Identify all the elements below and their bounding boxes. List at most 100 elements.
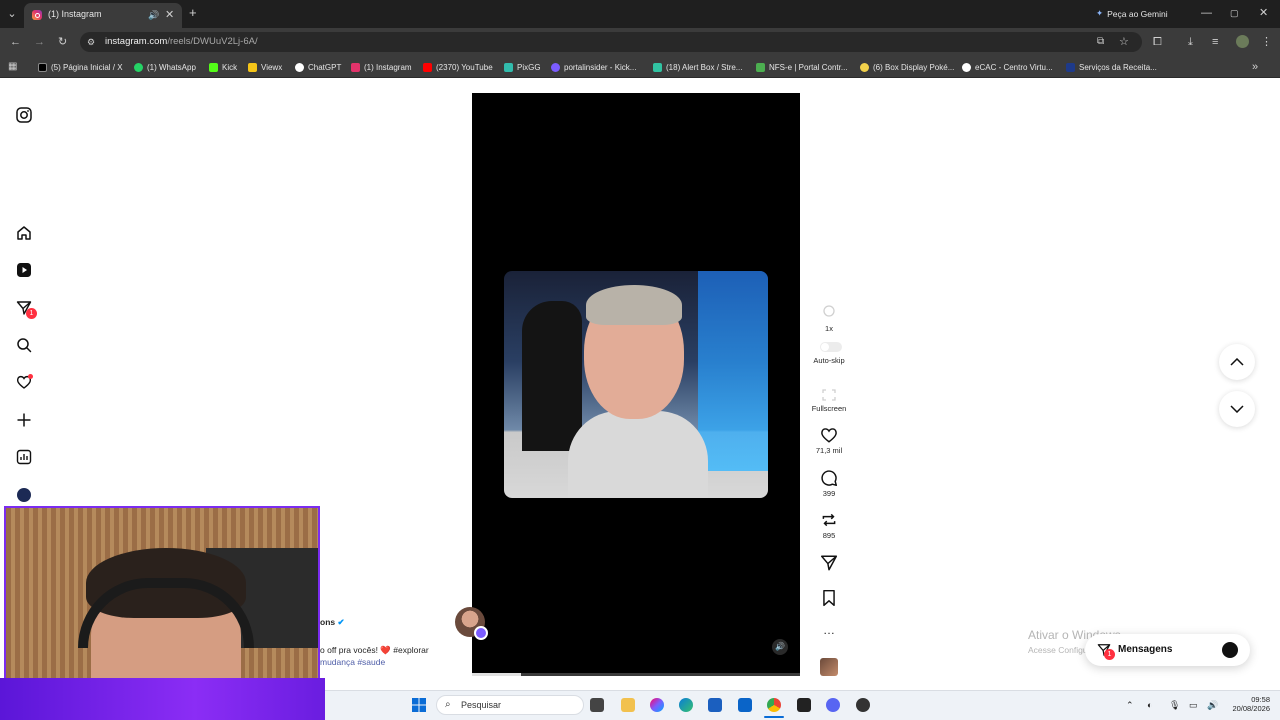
outlook-icon[interactable] <box>738 698 752 712</box>
share-icon <box>820 554 838 572</box>
bookmark-item[interactable]: (1) Instagram <box>351 61 412 73</box>
tab-close-icon[interactable]: ✕ <box>165 9 174 21</box>
maximize-icon[interactable]: ▢ <box>1230 7 1239 19</box>
network-icon[interactable]: ▭ <box>1189 700 1198 711</box>
tab-search-icon[interactable]: ⌄ <box>6 8 18 20</box>
direct-messages-icon[interactable]: 1 <box>14 298 37 319</box>
new-tab-icon[interactable]: + <box>189 6 197 19</box>
repost-button[interactable]: 895 <box>809 511 849 540</box>
taskbar-clock[interactable]: 09:58 20/08/2026 <box>1228 695 1270 713</box>
window-close-icon[interactable]: ✕ <box>1259 7 1268 19</box>
instagram-icon <box>351 62 360 72</box>
profile-avatar[interactable] <box>1236 35 1249 48</box>
bookmark-item[interactable]: (2370) YouTube <box>423 61 493 73</box>
windows-start-icon[interactable] <box>412 698 426 712</box>
bookmark-item[interactable]: Serviços da Receita... <box>1066 61 1157 73</box>
discord-icon[interactable] <box>826 698 840 712</box>
forward-icon[interactable]: → <box>34 36 45 48</box>
messages-label: Mensagens <box>1118 644 1173 655</box>
bookmark-item[interactable]: PixGG <box>504 61 541 73</box>
volume-tray-icon[interactable]: 🔊 <box>1207 700 1218 711</box>
dashboard-icon[interactable] <box>14 447 34 467</box>
tab-audio-icon[interactable]: 🔊 <box>148 9 159 21</box>
previous-reel-button[interactable] <box>1219 344 1255 380</box>
next-reel-button[interactable] <box>1219 391 1255 427</box>
reel-progress-track[interactable] <box>472 673 800 676</box>
install-app-icon[interactable]: ⧉ <box>1097 36 1104 48</box>
bookmark-item[interactable]: eCAC - Centro Virtu... <box>962 61 1053 73</box>
task-view-icon[interactable] <box>590 698 604 712</box>
bookmark-item[interactable]: (1) WhatsApp <box>134 61 196 73</box>
autoskip-toggle[interactable]: Auto-skip <box>809 342 849 365</box>
back-icon[interactable]: ← <box>10 36 21 48</box>
search-icon[interactable] <box>14 335 34 355</box>
chevron-down-icon <box>1230 405 1244 413</box>
bookmark-item[interactable]: (6) Box Display Poké... <box>860 61 954 73</box>
minimize-icon[interactable]: — <box>1201 7 1212 19</box>
taskbar-search[interactable]: ⌕ Pesquisar <box>436 695 584 715</box>
kick-icon <box>209 62 218 72</box>
notifications-heart-icon[interactable] <box>14 372 34 392</box>
profile-avatar[interactable] <box>17 488 31 502</box>
extensions-icon[interactable]: ⧠ <box>1153 36 1162 48</box>
tray-overflow-icon[interactable]: ⌃ <box>1126 700 1134 711</box>
site-info-icon[interactable]: ⚙ <box>87 36 95 48</box>
more-bookmarks-icon[interactable]: » <box>1252 61 1258 73</box>
save-button[interactable] <box>809 589 849 609</box>
reading-list-icon[interactable]: ≡ <box>1212 36 1218 48</box>
bookmark-item[interactable]: (18) Alert Box / Stre... <box>653 61 742 73</box>
search-icon: ⌕ <box>445 699 451 710</box>
volume-icon[interactable]: 🔊 <box>772 639 788 655</box>
copilot-icon[interactable] <box>650 698 664 712</box>
like-button[interactable]: 71,3 mil <box>809 426 849 455</box>
bookmark-item[interactable]: portalinsider - Kick... <box>551 61 636 73</box>
bookmarks-bar: ▦ (5) Página Inicial / X (1) WhatsApp Ki… <box>0 56 1280 78</box>
active-app-indicator <box>764 716 784 718</box>
browser-tab[interactable]: (1) Instagram 🔊 ✕ <box>24 3 182 28</box>
heart-icon <box>820 426 838 444</box>
fullscreen-button[interactable]: Fullscreen <box>809 388 849 413</box>
menu-icon[interactable]: ⋮ <box>1261 36 1272 48</box>
reel-caption-line2: mudança #saude <box>320 657 386 667</box>
edge-icon[interactable] <box>679 698 693 712</box>
chrome-icon[interactable] <box>767 698 781 712</box>
share-button[interactable] <box>809 554 849 574</box>
microphone-icon[interactable]: 🎙 <box>1169 700 1180 711</box>
streamer-webcam <box>4 506 320 682</box>
apps-grid-icon[interactable]: ▦ <box>8 61 17 73</box>
bookmark-item[interactable]: Kick <box>209 61 237 73</box>
audio-thumbnail[interactable] <box>820 658 838 676</box>
comment-button[interactable]: 399 <box>809 469 849 498</box>
comments-count: 399 <box>822 489 836 498</box>
speed-label: 1x <box>825 324 833 333</box>
downloads-icon[interactable]: ⤓ <box>1188 36 1193 48</box>
bookmark-item[interactable]: (5) Página Inicial / X <box>38 61 123 73</box>
address-bar[interactable]: ⚙ instagram.com/reels/DWUuV2Lj-6A/ <box>80 32 1142 52</box>
viewx-icon <box>248 62 257 72</box>
bookmark-item[interactable]: Viewx <box>248 61 282 73</box>
obs-icon[interactable] <box>856 698 870 712</box>
fullscreen-label: Fullscreen <box>811 404 847 413</box>
instagram-logo-icon[interactable] <box>14 105 34 125</box>
tray-app-icon[interactable]: ◐ <box>1147 700 1152 710</box>
playback-speed-button[interactable]: 1x <box>809 304 849 333</box>
file-explorer-icon[interactable] <box>621 698 635 712</box>
messages-button[interactable]: 1 Mensagens <box>1085 634 1250 666</box>
pixgg-icon <box>504 62 513 72</box>
more-options-icon[interactable]: … <box>809 624 849 636</box>
bookmark-star-icon[interactable]: ☆ <box>1119 36 1129 48</box>
bookmark-item[interactable]: ChatGPT <box>295 61 341 73</box>
author-name[interactable]: ons ✔ <box>320 617 345 628</box>
gemini-button[interactable]: ✦ Peça ao Gemini <box>1096 8 1168 19</box>
speed-icon <box>820 304 838 322</box>
toggle-icon <box>820 342 842 354</box>
create-plus-icon[interactable] <box>14 410 34 430</box>
home-icon[interactable] <box>14 223 34 243</box>
capcut-icon[interactable] <box>797 698 811 712</box>
bookmark-item[interactable]: NFS-e | Portal Contr... <box>756 61 848 73</box>
reload-icon[interactable]: ↻ <box>58 36 67 48</box>
reels-icon[interactable] <box>14 260 34 280</box>
store-icon[interactable] <box>708 698 722 712</box>
comment-icon <box>820 469 838 487</box>
messages-avatar <box>1222 642 1238 658</box>
